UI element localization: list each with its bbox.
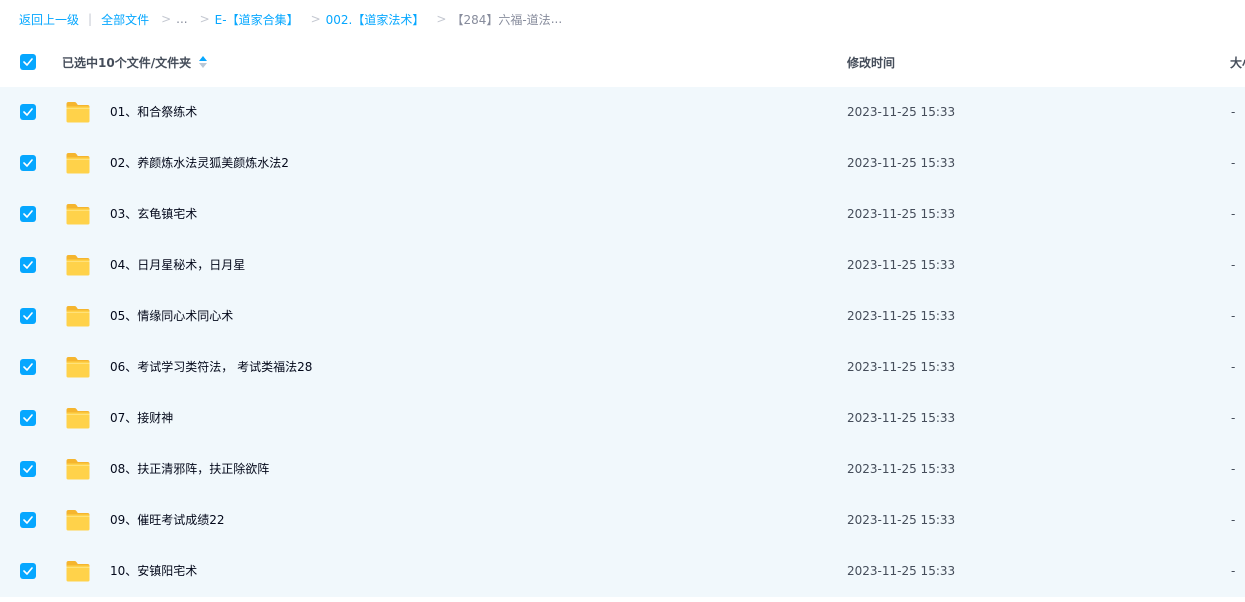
list-item[interactable]: 07、接财神 2023-11-25 15:33 - (0, 393, 1245, 444)
modified-time: 2023-11-25 15:33 (847, 207, 956, 221)
file-name[interactable]: 08、扶正清邪阵，扶正除欲阵 (110, 444, 269, 495)
column-header-modified-time[interactable]: 修改时间 (847, 54, 895, 71)
modified-time: 2023-11-25 15:33 (847, 513, 956, 527)
breadcrumb: 返回上一级 | 全部文件 > ... > E-【道家合集】 > 002.【道家法… (19, 8, 562, 30)
row-checkbox[interactable] (20, 512, 36, 528)
row-checkbox[interactable] (20, 155, 36, 171)
folder-icon (66, 306, 90, 327)
select-all-checkbox[interactable] (20, 54, 36, 70)
list-header: 已选中10个文件/文件夹 修改时间 大小 (0, 40, 1245, 84)
file-browser: 返回上一级 | 全部文件 > ... > E-【道家合集】 > 002.【道家法… (0, 0, 1245, 602)
row-checkbox[interactable] (20, 257, 36, 273)
check-icon (23, 58, 33, 66)
folder-icon (66, 561, 90, 582)
file-name[interactable]: 09、催旺考试成绩22 (110, 495, 225, 546)
breadcrumb-item-daoist-methods[interactable]: 002.【道家法术】 (326, 11, 425, 28)
file-size: - (1231, 207, 1236, 221)
row-checkbox[interactable] (20, 359, 36, 375)
modified-time: 2023-11-25 15:33 (847, 360, 956, 374)
modified-time: 2023-11-25 15:33 (847, 258, 956, 272)
folder-icon (66, 408, 90, 429)
column-header-size[interactable]: 大小 (1230, 54, 1245, 71)
list-item[interactable]: 03、玄龟镇宅术 2023-11-25 15:33 - (0, 189, 1245, 240)
row-checkbox[interactable] (20, 104, 36, 120)
file-name[interactable]: 05、情缘同心术同心术 (110, 291, 233, 342)
check-icon (23, 312, 33, 320)
modified-time: 2023-11-25 15:33 (847, 462, 956, 476)
check-icon (23, 516, 33, 524)
list-item[interactable]: 10、安镇阳宅术 2023-11-25 15:33 - (0, 546, 1245, 597)
file-name[interactable]: 07、接财神 (110, 393, 173, 444)
list-item[interactable]: 04、日月星秘术，日月星 2023-11-25 15:33 - (0, 240, 1245, 291)
file-name[interactable]: 03、玄龟镇宅术 (110, 189, 197, 240)
file-size: - (1231, 411, 1236, 425)
modified-time: 2023-11-25 15:33 (847, 156, 956, 170)
check-icon (23, 261, 33, 269)
list-item[interactable]: 08、扶正清邪阵，扶正除欲阵 2023-11-25 15:33 - (0, 444, 1245, 495)
selection-count-text: 已选中10个文件/文件夹 (62, 55, 192, 70)
folder-icon (66, 255, 90, 276)
chevron-right-icon: > (310, 12, 321, 26)
check-icon (23, 363, 33, 371)
file-name[interactable]: 01、和合祭练术 (110, 87, 197, 138)
breadcrumb-divider: | (88, 12, 93, 26)
check-icon (23, 210, 33, 218)
file-name[interactable]: 06、考试学习类符法， 考试类福法28 (110, 342, 312, 393)
folder-icon (66, 357, 90, 378)
folder-icon (66, 459, 90, 480)
check-icon (23, 567, 33, 575)
list-item[interactable]: 01、和合祭练术 2023-11-25 15:33 - (0, 87, 1245, 138)
list-item[interactable]: 06、考试学习类符法， 考试类福法28 2023-11-25 15:33 - (0, 342, 1245, 393)
list-item[interactable]: 05、情缘同心术同心术 2023-11-25 15:33 - (0, 291, 1245, 342)
modified-time: 2023-11-25 15:33 (847, 411, 956, 425)
selection-count-label: 已选中10个文件/文件夹 (62, 54, 208, 71)
row-checkbox[interactable] (20, 461, 36, 477)
file-size: - (1231, 462, 1236, 476)
chevron-right-icon: > (436, 12, 447, 26)
breadcrumb-current: 【284】六福-道法 (451, 12, 551, 27)
check-icon (23, 108, 33, 116)
check-icon (23, 414, 33, 422)
row-checkbox[interactable] (20, 206, 36, 222)
check-icon (23, 159, 33, 167)
file-size: - (1231, 258, 1236, 272)
file-name[interactable]: 02、养颜炼水法灵狐美颜炼水法2 (110, 138, 289, 189)
breadcrumb-item-daoist-collection[interactable]: E-【道家合集】 (215, 11, 299, 28)
row-checkbox[interactable] (20, 563, 36, 579)
chevron-right-icon: > (199, 12, 210, 26)
file-size: - (1231, 156, 1236, 170)
breadcrumb-item-all-files[interactable]: 全部文件 (101, 11, 149, 28)
breadcrumb-current-ellipsis: ... (550, 12, 563, 26)
file-list: 01、和合祭练术 2023-11-25 15:33 - 02、养颜炼水法灵狐美颜… (0, 87, 1245, 597)
file-size: - (1231, 309, 1236, 323)
row-checkbox[interactable] (20, 410, 36, 426)
file-size: - (1231, 105, 1236, 119)
breadcrumb-item-collapsed[interactable]: ... (176, 12, 187, 26)
modified-time: 2023-11-25 15:33 (847, 309, 956, 323)
back-link[interactable]: 返回上一级 (19, 11, 79, 28)
chevron-right-icon: > (161, 12, 172, 26)
list-item[interactable]: 02、养颜炼水法灵狐美颜炼水法2 2023-11-25 15:33 - (0, 138, 1245, 189)
folder-icon (66, 510, 90, 531)
file-size: - (1231, 360, 1236, 374)
folder-icon (66, 102, 90, 123)
file-name[interactable]: 04、日月星秘术，日月星 (110, 240, 245, 291)
row-checkbox[interactable] (20, 308, 36, 324)
file-name[interactable]: 10、安镇阳宅术 (110, 546, 197, 597)
modified-time: 2023-11-25 15:33 (847, 105, 956, 119)
folder-icon (66, 204, 90, 225)
file-size: - (1231, 564, 1236, 578)
modified-time: 2023-11-25 15:33 (847, 564, 956, 578)
folder-icon (66, 153, 90, 174)
list-item[interactable]: 09、催旺考试成绩22 2023-11-25 15:33 - (0, 495, 1245, 546)
file-size: - (1231, 513, 1236, 527)
sort-icon[interactable] (199, 56, 208, 68)
check-icon (23, 465, 33, 473)
